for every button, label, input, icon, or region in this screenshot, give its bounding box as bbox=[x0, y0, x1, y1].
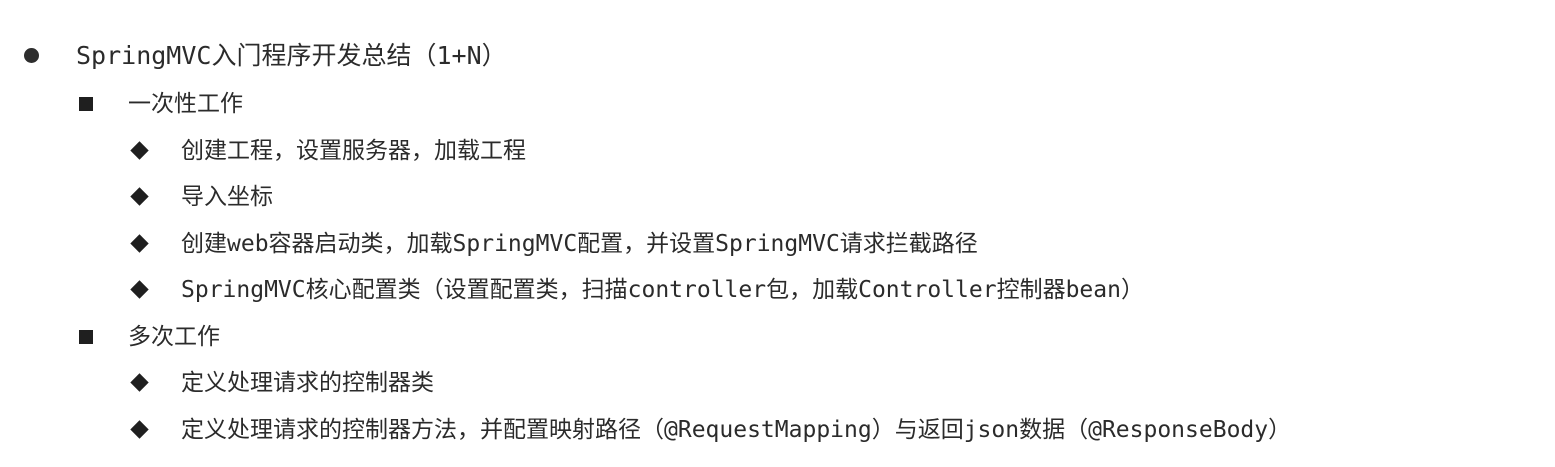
list-item-text: SpringMVC核心配置类（设置配置类，扫描controller包，加载Con… bbox=[181, 277, 1144, 303]
bullet-square-icon bbox=[79, 97, 93, 111]
list-item-text: 定义处理请求的控制器方法，并配置映射路径（@RequestMapping）与返回… bbox=[181, 417, 1292, 443]
bullet-diamond-icon bbox=[130, 373, 149, 392]
list-item-text: 创建工程，设置服务器，加载工程 bbox=[181, 138, 526, 164]
bullet-diamond-icon bbox=[130, 234, 149, 253]
section-heading: 多次工作 bbox=[128, 324, 220, 350]
list-item-text: 导入坐标 bbox=[181, 184, 273, 210]
section-heading: 一次性工作 bbox=[128, 91, 243, 117]
bullet-diamond-icon bbox=[130, 420, 149, 439]
bullet-dot-icon bbox=[24, 48, 39, 63]
bullet-diamond-icon bbox=[130, 280, 149, 299]
outline-title: SpringMVC入门程序开发总结（1+N） bbox=[76, 41, 507, 70]
list-item-text: 定义处理请求的控制器类 bbox=[181, 370, 434, 396]
bullet-diamond-icon bbox=[130, 187, 149, 206]
bullet-diamond-icon bbox=[130, 141, 149, 160]
list-item-text: 创建web容器启动类，加载SpringMVC配置，并设置SpringMVC请求拦… bbox=[181, 231, 978, 257]
bullet-square-icon bbox=[79, 330, 93, 344]
